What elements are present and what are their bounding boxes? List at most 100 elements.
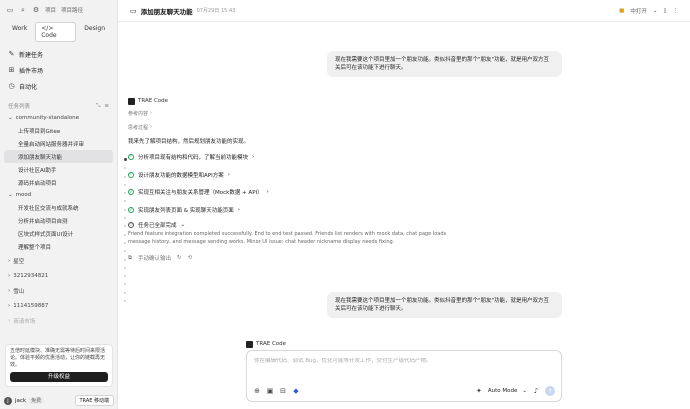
task-item[interactable]: 设计社区AI助手 [0, 163, 117, 176]
mobile-app-button[interactable]: TRAE 移动端 [74, 395, 114, 406]
task-item[interactable]: 分析并启动项目自测 [0, 214, 117, 227]
scroll-dot[interactable] [124, 217, 126, 220]
panel-toggle-icon[interactable]: ▭ [6, 6, 14, 14]
group-community-standalone[interactable]: ⌄ community-standalone [0, 112, 117, 124]
image-icon[interactable]: ▣ [266, 387, 274, 395]
avatar[interactable]: j [4, 396, 12, 405]
project-label[interactable]: 项目 [45, 6, 56, 14]
chevron-right-icon: › [150, 110, 153, 116]
task-step-final[interactable]: ◷ 任务已全部完成 ⌄ [128, 219, 458, 230]
folder-icon[interactable]: ■ [619, 8, 624, 14]
user-message: 现在我需要这个项目里加一个朋友功能。类似抖音里的那个"朋友"功能，就是用户双方互… [327, 51, 562, 77]
task-step[interactable]: ✓ 设计朋友功能的数据模型和API方案 › [128, 166, 458, 184]
scroll-dot[interactable] [124, 208, 126, 211]
task-step-label: 分析项目现有结构和代码，了解当前功能模块 [138, 154, 249, 161]
task-step-label: 设计朋友功能的数据模型和API方案 [138, 172, 224, 179]
task-step[interactable]: ✓ 实现互相关注与朋友关系管理（Mock数据 + API） › [128, 184, 458, 202]
thinking-toggle[interactable]: 思考过程 › [128, 120, 458, 134]
mode-select[interactable]: Auto Mode [488, 388, 518, 394]
timestamp: 07月29日 15:43 [196, 8, 236, 14]
project-path-label[interactable]: 项目路径 [61, 6, 83, 14]
nav-new-task[interactable]: ✎ 新建任务 [0, 46, 117, 62]
mic-icon[interactable]: ♪ [532, 387, 540, 395]
chevron-right-icon: › [237, 207, 240, 214]
tab-work[interactable]: Work [6, 22, 33, 42]
group-name: 星空 [13, 258, 25, 265]
scroll-dot[interactable] [124, 266, 126, 269]
attach-icon[interactable]: ⊕ [253, 387, 261, 395]
group-mood[interactable]: ⌄ mood [0, 189, 117, 201]
task-step-label: 实现朋友列表页面 & 实现聊天功能页面 [138, 208, 234, 215]
scroll-dot[interactable] [124, 241, 126, 244]
task-item[interactable]: 源码并启动项目 [0, 176, 117, 189]
plan-badge: 免费 [29, 397, 44, 404]
scroll-dot[interactable] [124, 158, 127, 161]
task-item[interactable]: 区块式样式页面UI设计 [0, 227, 117, 240]
task-step[interactable]: ✓ 实现朋友列表页面 & 实现聊天功能页面 › [128, 201, 458, 219]
task-step-label: 任务已全部完成 [138, 222, 177, 229]
group-collapsed[interactable]: › 雪山 [0, 283, 117, 298]
send-button[interactable]: ↑ [545, 386, 555, 396]
scroll-dot[interactable] [124, 300, 126, 303]
scroll-dot[interactable] [124, 291, 126, 294]
scroll-dot[interactable] [124, 283, 126, 286]
completion-summary: Friend feature integration completed suc… [128, 231, 447, 246]
scroll-dot[interactable] [124, 175, 126, 178]
nav-automation[interactable]: ◷ 自动化 [0, 78, 117, 94]
scroll-dot[interactable] [124, 275, 126, 278]
collapse-all-icon[interactable]: ⤡ [96, 103, 100, 110]
scroll-dot[interactable] [124, 225, 126, 228]
group-collapsed[interactable]: › 1114159887 [0, 298, 117, 313]
task-item[interactable]: 开发社区交流与成就系统 [0, 201, 117, 214]
message-input[interactable] [254, 358, 674, 364]
refresh-icon[interactable]: ↻ [177, 255, 182, 261]
retry-icon[interactable]: ⟲ [188, 255, 193, 261]
scroll-dot[interactable] [124, 192, 126, 195]
group-collapsed[interactable]: › 3212934821 [0, 268, 117, 283]
sparkle-icon[interactable]: ✦ [475, 387, 483, 395]
reference-toggle[interactable]: 参考内容 › [128, 106, 458, 120]
chevron-right-icon: › [8, 287, 11, 294]
task-item[interactable]: 上传项目到Gitee [0, 124, 117, 137]
mode-tabs: Work </> Code Design [6, 22, 111, 42]
context-icon[interactable]: ⊟ [279, 387, 287, 395]
manual-confirm-label[interactable]: 手动确认输出 [138, 254, 171, 262]
more-icon[interactable]: ⋮ [673, 8, 679, 14]
chat-icon: ▭ [130, 6, 137, 15]
chevron-right-icon: › [252, 153, 255, 160]
chevron-down-icon[interactable]: ⌄ [653, 8, 658, 14]
check-circle-icon: ✓ [128, 153, 134, 160]
chevron-down-icon[interactable]: ⌄ [522, 388, 527, 394]
task-step[interactable]: ✓ 分析项目现有结构和代码，了解当前功能模块 › [128, 148, 458, 166]
copy-icon[interactable]: ⧉ [128, 255, 132, 262]
user-footer: j jack 免费 TRAE 移动端 [4, 395, 114, 406]
task-item-active[interactable]: 添加朋友聊天功能 [4, 150, 113, 163]
upgrade-promo: 五倍时延模块、准确无需等待后时间来限活论。体验平频的优惠活动，让你的链截再无效。… [5, 344, 113, 387]
scroll-dot[interactable] [124, 200, 126, 203]
chevron-down-icon: ⌄ [8, 192, 13, 198]
scroll-dot[interactable] [124, 233, 126, 236]
upgrade-button[interactable]: 升级权益 [10, 372, 108, 382]
search-icon[interactable]: ⌕ [19, 6, 27, 14]
task-item[interactable]: 全量启动网站服务器并评审 [0, 137, 117, 150]
tab-code[interactable]: </> Code [35, 22, 77, 42]
plugin-icon: ⊞ [8, 66, 15, 74]
tab-design[interactable]: Design [78, 22, 111, 42]
message-actions: ⧉ 手动确认输出 ↻ ⟲ [128, 254, 458, 263]
scroll-dot[interactable] [124, 250, 126, 253]
ai-intro: 我来先了解项目结构，然后规划朋友功能的实现。 [128, 139, 250, 145]
brand-icon[interactable]: ◆ [292, 387, 300, 395]
settings-icon[interactable]: ⚙ [32, 6, 40, 14]
scroll-dot[interactable] [124, 167, 126, 170]
group-name: mood [15, 192, 32, 198]
new-task-icon: ✎ [8, 50, 15, 58]
scroll-dot[interactable] [124, 258, 126, 261]
open-in-button[interactable]: 中打开 [630, 7, 647, 15]
filter-icon[interactable]: ≡ [104, 103, 109, 109]
sidebar-toggle-icon[interactable]: ▯ [663, 8, 666, 14]
group-collapsed[interactable]: › 星空 [0, 253, 117, 268]
nav-plugin-market[interactable]: ⊞ 插件市场 [0, 62, 117, 78]
scroll-dot[interactable] [124, 183, 126, 186]
group-collapsed[interactable]: › 商请市场 [0, 313, 117, 328]
task-item[interactable]: 理解整个项目 [0, 240, 117, 253]
